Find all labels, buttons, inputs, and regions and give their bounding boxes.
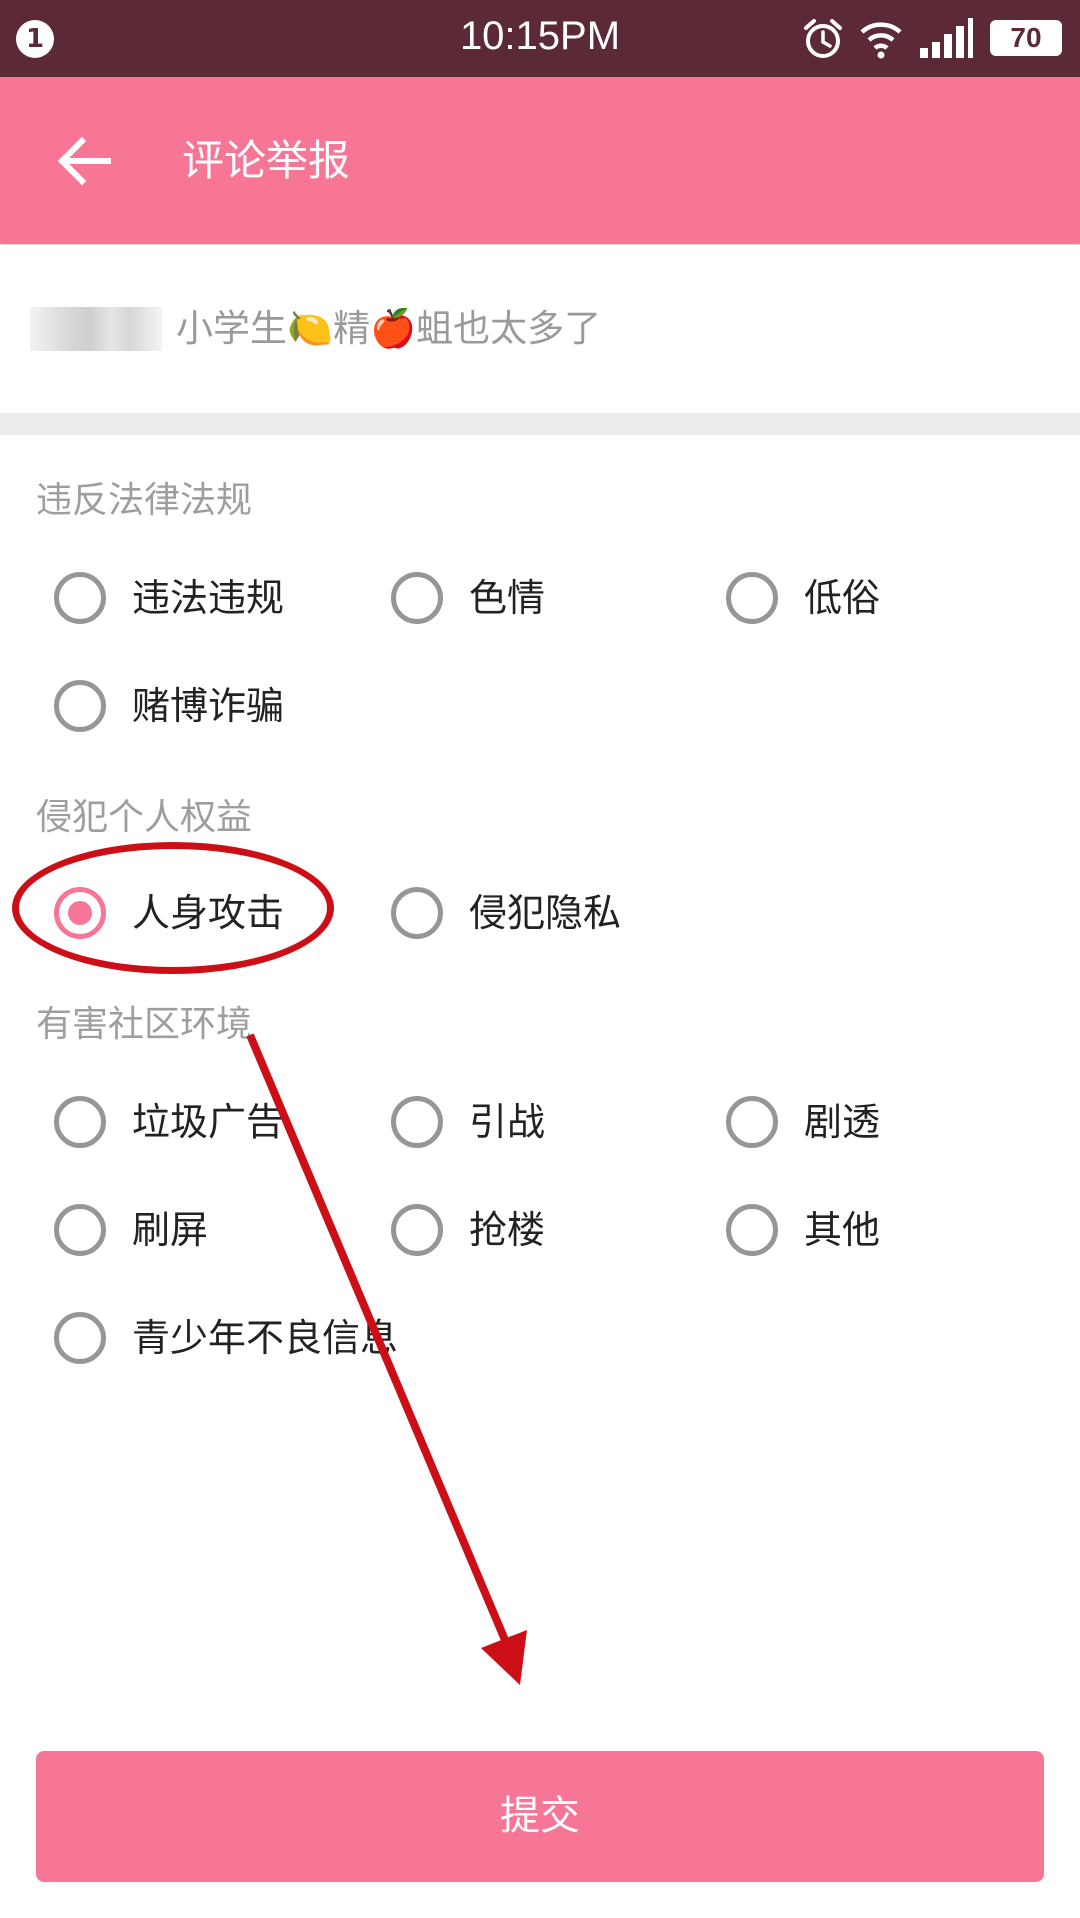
section-title-community: 有害社区环境 (36, 1004, 253, 1045)
app-bar: 评论举报 (0, 77, 1080, 244)
option-label: 赌博诈骗 (132, 684, 285, 728)
option-label: 低俗 (804, 576, 881, 620)
alarm-icon (804, 19, 842, 58)
section-title-rights: 侵犯个人权益 (36, 797, 253, 838)
blurred-username (30, 307, 162, 351)
option-label: 侵犯隐私 (469, 891, 622, 935)
radio-button[interactable] (391, 1096, 443, 1148)
radio-button[interactable] (391, 1204, 443, 1256)
option-label: 青少年不良信息 (132, 1316, 399, 1360)
option-label: 其他 (804, 1208, 881, 1252)
signal-icon (920, 18, 973, 58)
radio-button[interactable] (726, 572, 778, 624)
radio-button[interactable] (54, 1096, 106, 1148)
option-label: 抢楼 (469, 1208, 546, 1252)
radio-button[interactable] (726, 1096, 778, 1148)
page-title: 评论举报 (182, 136, 351, 185)
option-label: 垃圾广告 (132, 1100, 285, 1144)
option-label: 剧透 (804, 1100, 881, 1144)
status-bar: 1 10:15PM 70 (0, 0, 1080, 77)
radio-button[interactable] (54, 1312, 106, 1364)
wifi-icon (860, 22, 902, 59)
radio-button[interactable] (54, 1204, 106, 1256)
submit-button[interactable]: 提交 (36, 1751, 1044, 1882)
option-label: 色情 (469, 576, 546, 620)
option-label: 违法违规 (132, 576, 285, 620)
radio-button[interactable] (391, 887, 443, 939)
option-label: 引战 (469, 1100, 546, 1144)
status-icons: 70 (802, 18, 1062, 60)
radio-button[interactable] (726, 1204, 778, 1256)
comment-text: 小学生🍋精🍎蛆也太多了 (176, 307, 602, 350)
annotation-ellipse (12, 842, 334, 974)
section-title-law: 违反法律法规 (36, 480, 253, 521)
option-label: 刷屏 (132, 1208, 209, 1252)
radio-button[interactable] (54, 680, 106, 732)
section-divider (0, 413, 1080, 435)
radio-button[interactable] (54, 572, 106, 624)
back-button[interactable] (54, 129, 118, 193)
battery-icon: 70 (990, 20, 1062, 56)
arrow-left-icon (57, 136, 111, 186)
radio-button[interactable] (391, 572, 443, 624)
reported-comment: 小学生🍋精🍎蛆也太多了 (0, 245, 1080, 413)
